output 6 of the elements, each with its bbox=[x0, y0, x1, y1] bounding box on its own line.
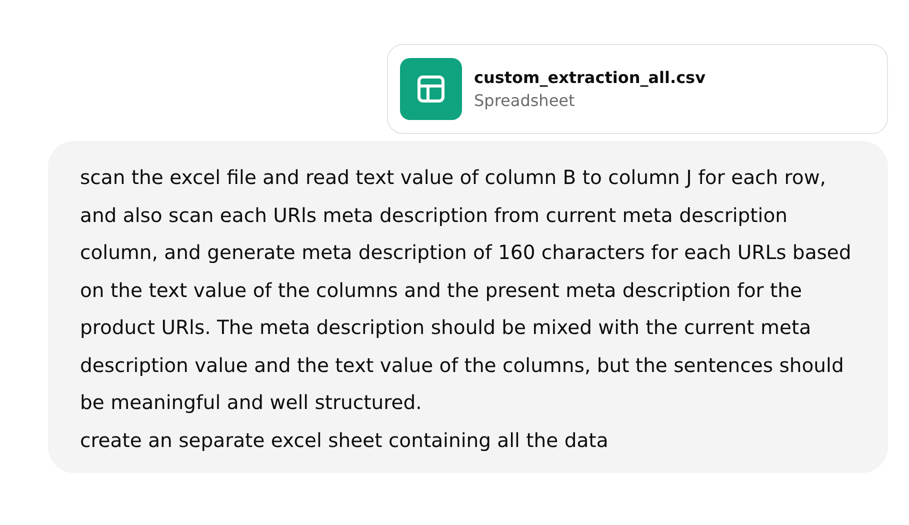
file-name: custom_extraction_all.csv bbox=[474, 68, 706, 87]
table-icon bbox=[400, 58, 462, 120]
file-card[interactable]: custom_extraction_all.csv Spreadsheet bbox=[387, 44, 888, 134]
message-text: scan the excel file and read text value of column B to column J for each row, and also scan each URls meta description from current meta description column, and generate meta description of 160 characters for each URLs based on the text value of the columns and the present meta description for the product URls. The meta description should be mixed with the current meta description value and the text value of the columns, but the sentences should be meaningful and well structured. bbox=[80, 165, 852, 416]
file-type: Spreadsheet bbox=[474, 91, 576, 110]
message-text: create an separate excel sheet containing all the data bbox=[80, 428, 610, 454]
